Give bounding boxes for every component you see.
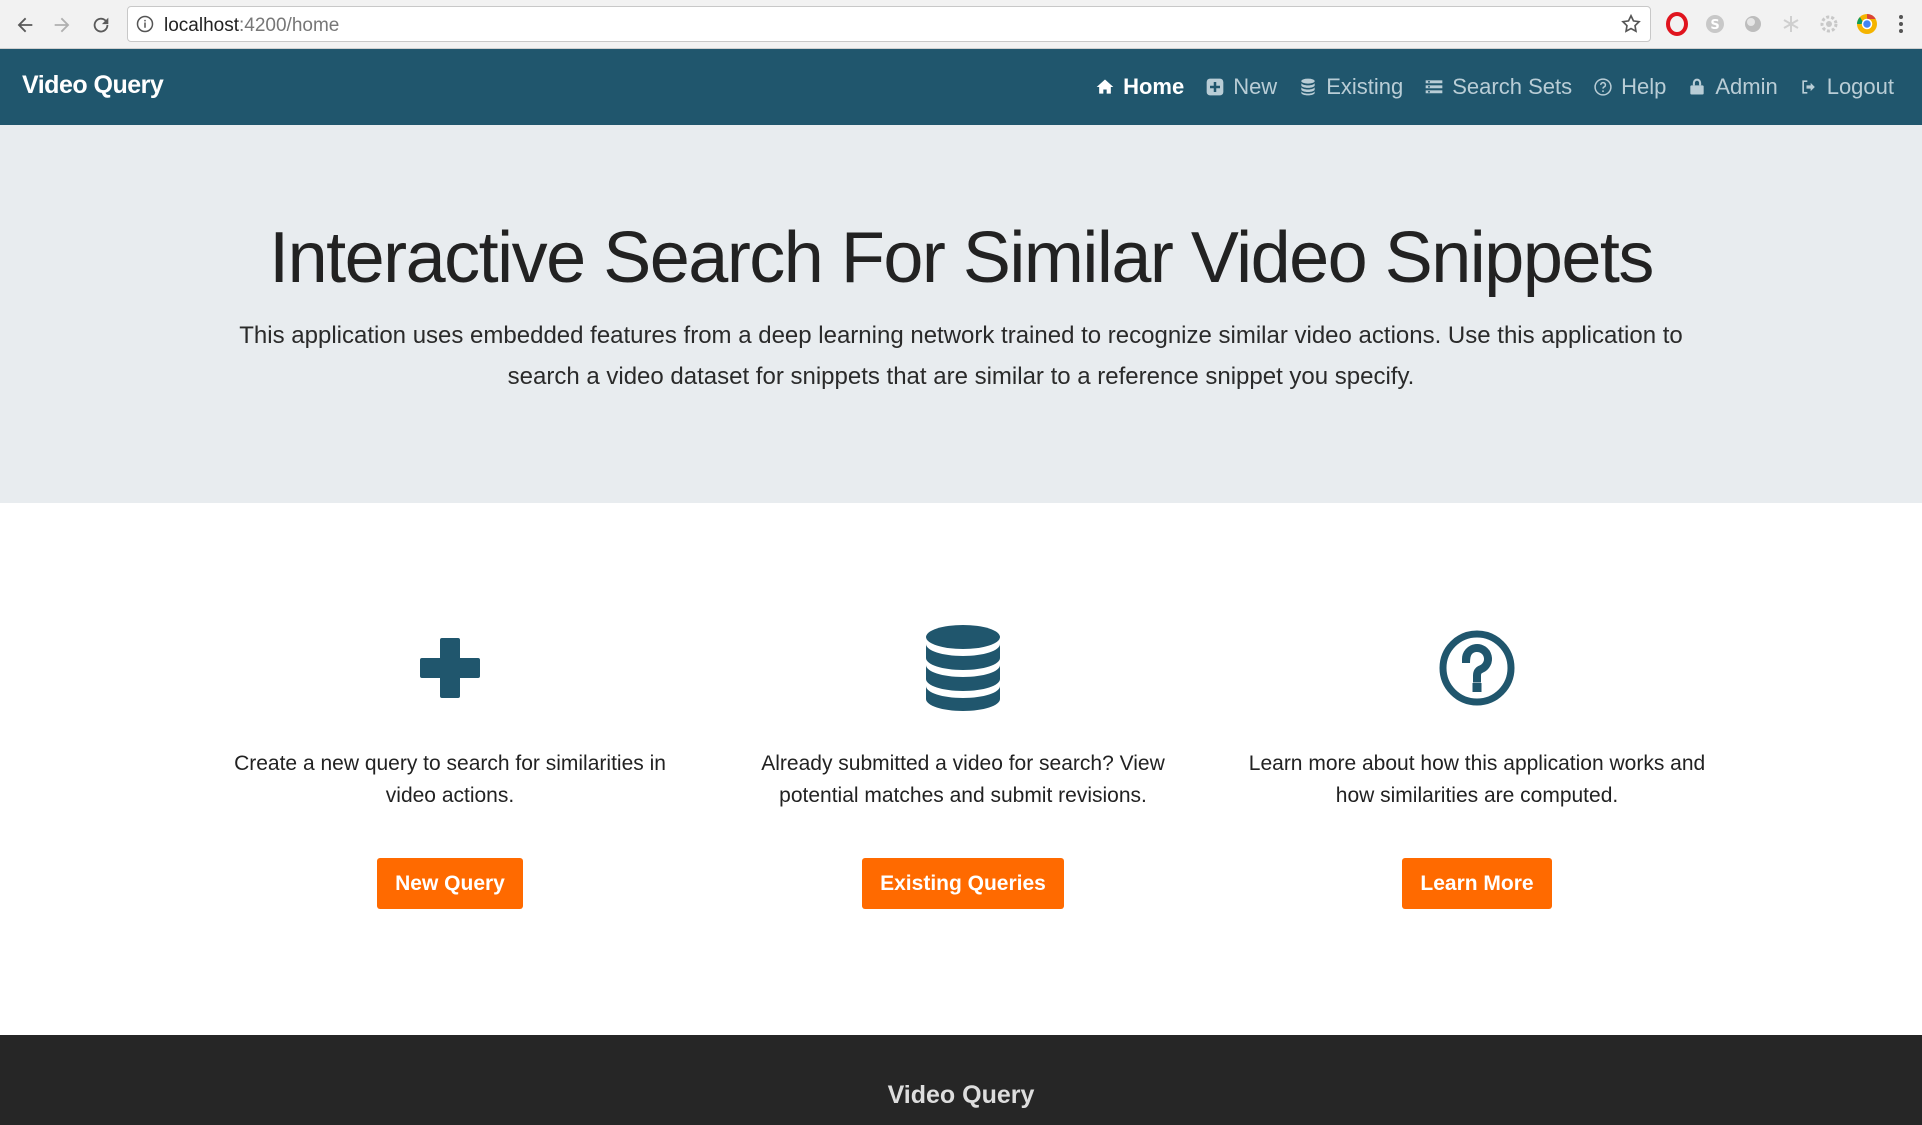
- learn-more-button[interactable]: Learn More: [1402, 858, 1552, 909]
- home-icon: [1096, 79, 1114, 94]
- nav-item-new-label: New: [1233, 74, 1278, 99]
- nav-item-home-label: Home: [1123, 74, 1185, 99]
- page-footer: Video Query: [0, 1035, 1922, 1125]
- plus-square-icon: [1206, 78, 1224, 96]
- nav-item-logout-label: Logout: [1826, 74, 1894, 99]
- plus-icon: [215, 628, 685, 708]
- navbar-brand[interactable]: Video Query: [22, 71, 164, 100]
- app-navbar: Video Query Home New Existing Search Set…: [0, 49, 1922, 125]
- sign-out-icon: [1802, 80, 1815, 94]
- jumbotron: Interactive Search For Similar Video Sni…: [0, 125, 1922, 503]
- nav-item-home[interactable]: Home: [1095, 74, 1184, 100]
- arrow-left-icon: [17, 17, 33, 33]
- url-text: localhost:4200/home: [164, 15, 339, 37]
- reload-button[interactable]: [86, 10, 116, 40]
- address-bar[interactable]: localhost:4200/home: [127, 6, 1651, 42]
- question-circle-icon: [1594, 78, 1612, 96]
- nav-item-existing[interactable]: Existing: [1298, 74, 1403, 100]
- existing-queries-button[interactable]: Existing Queries: [862, 858, 1064, 909]
- forward-button[interactable]: [47, 10, 77, 40]
- feature-existing-queries-text: Already submitted a video for search? Vi…: [761, 752, 1165, 807]
- nav-item-logout[interactable]: Logout: [1799, 74, 1894, 100]
- back-button[interactable]: [10, 10, 40, 40]
- more-menu-icon[interactable]: [1888, 11, 1914, 37]
- question-circle-icon: [1242, 628, 1712, 708]
- nav-item-search-sets[interactable]: Search Sets: [1424, 74, 1572, 100]
- navbar-menu: Home New Existing Search Sets Help Admin…: [1074, 49, 1894, 125]
- svg-text:S: S: [1710, 18, 1719, 33]
- database-icon: [728, 625, 1198, 711]
- page-title: Interactive Search For Similar Video Sni…: [269, 218, 1654, 298]
- gear-extension-icon[interactable]: [1816, 11, 1842, 37]
- browser-toolbar: localhost:4200/home S: [0, 0, 1922, 49]
- new-query-button[interactable]: New Query: [377, 858, 523, 909]
- feature-existing-queries: Already submitted a video for search? Vi…: [728, 625, 1198, 909]
- list-icon: [1425, 80, 1443, 94]
- circle-extension-icon[interactable]: [1740, 11, 1766, 37]
- skype-extension-icon[interactable]: S: [1702, 11, 1728, 37]
- bookmark-star-icon[interactable]: [1620, 13, 1642, 35]
- page-lead: This application uses embedded features …: [239, 322, 1683, 390]
- nav-item-new[interactable]: New: [1205, 74, 1277, 100]
- url-path: :4200/home: [239, 15, 340, 36]
- opera-extension-icon[interactable]: [1664, 11, 1690, 37]
- snowflake-extension-icon[interactable]: [1778, 11, 1804, 37]
- footer-title: Video Query: [887, 1081, 1035, 1109]
- url-host: localhost: [164, 15, 239, 36]
- feature-learn-more: Learn more about how this application wo…: [1242, 628, 1712, 909]
- lock-icon: [1690, 78, 1705, 95]
- chrome-extension-icon[interactable]: [1854, 11, 1880, 37]
- reload-icon: [93, 17, 109, 33]
- nav-item-help-label: Help: [1621, 74, 1667, 99]
- feature-new-query: Create a new query to search for similar…: [215, 628, 685, 909]
- feature-new-query-text: Create a new query to search for similar…: [234, 752, 666, 807]
- nav-item-admin[interactable]: Admin: [1687, 74, 1778, 100]
- nav-item-admin-label: Admin: [1715, 74, 1778, 99]
- feature-learn-more-text: Learn more about how this application wo…: [1248, 752, 1706, 807]
- arrow-right-icon: [54, 17, 70, 33]
- nav-item-help[interactable]: Help: [1593, 74, 1666, 100]
- database-icon: [1301, 78, 1315, 96]
- info-icon[interactable]: [136, 15, 154, 33]
- nav-item-search-sets-label: Search Sets: [1452, 74, 1573, 99]
- nav-item-existing-label: Existing: [1326, 74, 1404, 99]
